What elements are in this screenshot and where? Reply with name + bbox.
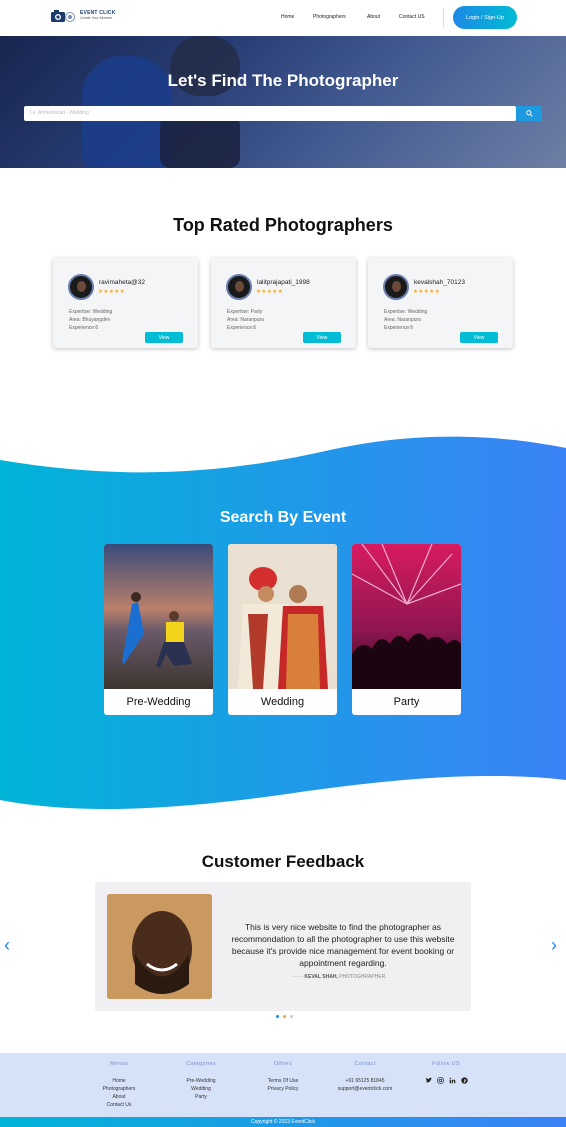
footer-heading: Others	[273, 1061, 293, 1067]
pre-wedding-image	[104, 544, 213, 689]
view-button[interactable]: View	[145, 332, 183, 343]
nav-photographers[interactable]: Photographers	[313, 14, 346, 20]
nav-divider	[443, 8, 444, 28]
carousel-dot[interactable]	[283, 1015, 286, 1018]
reviewer-photo	[107, 894, 212, 999]
navbar: EVENT CLICK Create Your Moment Home Phot…	[0, 0, 566, 36]
footer-email[interactable]: support@eventclick.com	[330, 1085, 400, 1093]
instagram-icon[interactable]	[436, 1077, 444, 1084]
nav-contact[interactable]: Contact US	[399, 14, 425, 20]
footer-link-pre-wedding[interactable]: Pre-Wedding	[176, 1077, 226, 1085]
footer-phone: +91 65125 81845	[345, 1078, 385, 1084]
experience-text: Experience:6	[227, 325, 257, 331]
footer-link-wedding[interactable]: Wedding	[176, 1085, 226, 1093]
twitter-icon[interactable]	[425, 1077, 432, 1084]
experience-text: Experience:6	[384, 325, 414, 331]
feedback-text: This is very nice website to find the ph…	[231, 922, 455, 968]
footer-follow: Follow US	[420, 1061, 472, 1084]
photographer-name: lalitprajapati_1998	[257, 279, 310, 286]
footer-link-contact[interactable]: Contact Us	[95, 1101, 143, 1109]
event-card-pre-wedding[interactable]: Pre-Wedding	[104, 544, 213, 715]
hero-title: Let's Find The Photographer	[167, 71, 399, 90]
footer-link-photographers[interactable]: Photographers	[95, 1085, 143, 1093]
footer-categories: Categories Pre-Wedding Wedding Party	[176, 1061, 226, 1101]
photographer-card: lalitprajapati_1998 ★★★★★ Expertise: Par…	[211, 258, 356, 348]
expertise-text: Expertise: Wedding	[384, 309, 428, 315]
footer-link-terms[interactable]: Terms Of Use	[258, 1077, 308, 1085]
carousel-dot[interactable]	[290, 1015, 293, 1018]
login-signup-button[interactable]: Login / Sign-Up	[453, 6, 517, 29]
carousel-dot[interactable]	[276, 1015, 279, 1018]
carousel-next-icon[interactable]: ›	[551, 936, 557, 954]
search-by-event-title: Search By Event	[219, 509, 347, 526]
view-button[interactable]: View	[460, 332, 498, 343]
expertise-text: Expertise: Wedding	[69, 309, 113, 315]
rating-stars: ★★★★★	[256, 289, 284, 295]
author-role: PHOTOGHRAPHER.	[337, 974, 387, 980]
photographer-name: ravimaheta@32	[99, 279, 145, 286]
camera-logo-icon	[51, 10, 75, 22]
rating-stars: ★★★★★	[413, 289, 441, 295]
footer-heading: Contact	[354, 1061, 376, 1067]
footer-link-home[interactable]: Home	[95, 1077, 143, 1085]
feedback-author: —— KEVAL SHAH, PHOTOGHRAPHER.	[293, 974, 387, 980]
rating-stars: ★★★★★	[98, 289, 126, 295]
customer-feedback-title: Customer Feedback	[201, 852, 365, 871]
feedback-card: This is very nice website to find the ph…	[95, 882, 471, 1011]
footer-heading: Follow US	[432, 1061, 460, 1067]
footer: Menus Home Photographers About Contact U…	[0, 1053, 566, 1117]
search-button[interactable]	[516, 106, 542, 121]
footer-menus: Menus Home Photographers About Contact U…	[95, 1061, 143, 1109]
nav-about[interactable]: About	[367, 14, 380, 20]
nav-home[interactable]: Home	[281, 14, 294, 20]
event-card-wedding[interactable]: Wedding	[228, 544, 337, 715]
area-text: Area: Naranpura	[227, 317, 264, 323]
view-button[interactable]: View	[303, 332, 341, 343]
party-image	[352, 544, 461, 689]
photographer-card: kevalshah_70123 ★★★★★ Expertise: Wedding…	[368, 258, 513, 348]
search-icon	[525, 110, 533, 117]
footer-heading: Menus	[109, 1061, 128, 1067]
top-rated-title: Top Rated Photographers	[173, 215, 393, 235]
author-name: KEVAL SHAH,	[304, 974, 338, 980]
photographer-name: kevalshah_70123	[414, 279, 465, 286]
footer-heading: Categories	[186, 1061, 216, 1067]
pinterest-icon[interactable]	[460, 1077, 468, 1084]
footer-others: Others Terms Of Use Privacy Policy	[258, 1061, 308, 1093]
photographer-card: ravimaheta@32 ★★★★★ Expertise: Wedding A…	[53, 258, 198, 348]
avatar	[383, 274, 409, 300]
event-label: Wedding	[260, 696, 305, 708]
social-links	[420, 1077, 472, 1084]
area-text: Area: Bhuyangdev	[69, 317, 111, 323]
event-label: Party	[393, 696, 420, 708]
location-search-input[interactable]: I.e. Ahmedabad , Wedding	[24, 106, 516, 121]
carousel-prev-icon[interactable]: ‹	[4, 936, 10, 954]
experience-text: Experience:6	[69, 325, 99, 331]
area-text: Area: Naranpura	[384, 317, 421, 323]
expertise-text: Expertise: Party	[227, 309, 263, 315]
avatar	[226, 274, 252, 300]
logo-tagline: Create Your Moment	[80, 16, 113, 21]
footer-link-about[interactable]: About	[95, 1093, 143, 1101]
copyright-bar: Copyright © 2023 EventClick	[0, 1117, 566, 1127]
logo[interactable]: EVENT CLICK Create Your Moment	[50, 9, 116, 23]
footer-contact: Contact +91 65125 81845 support@eventcli…	[330, 1061, 400, 1093]
footer-link-privacy[interactable]: Privacy Policy	[258, 1085, 308, 1093]
carousel-dots	[276, 1015, 293, 1018]
footer-link-party[interactable]: Party	[176, 1093, 226, 1101]
avatar	[68, 274, 94, 300]
event-label: Pre-Wedding	[126, 696, 191, 708]
linkedin-icon[interactable]	[449, 1077, 456, 1084]
hero-banner: Let's Find The Photographer I.e. Ahmedab…	[0, 36, 566, 168]
event-card-party[interactable]: Party	[352, 544, 461, 715]
wedding-image	[228, 544, 337, 689]
